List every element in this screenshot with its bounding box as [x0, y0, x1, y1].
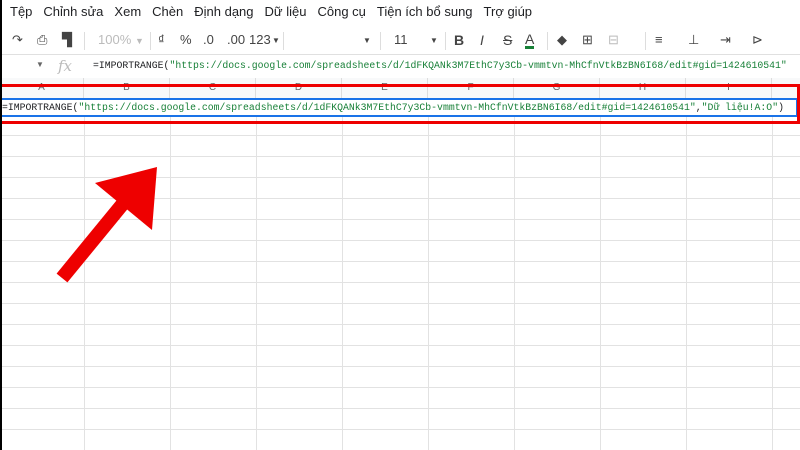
left-edge	[0, 0, 2, 450]
red-arrow-icon	[56, 167, 157, 283]
